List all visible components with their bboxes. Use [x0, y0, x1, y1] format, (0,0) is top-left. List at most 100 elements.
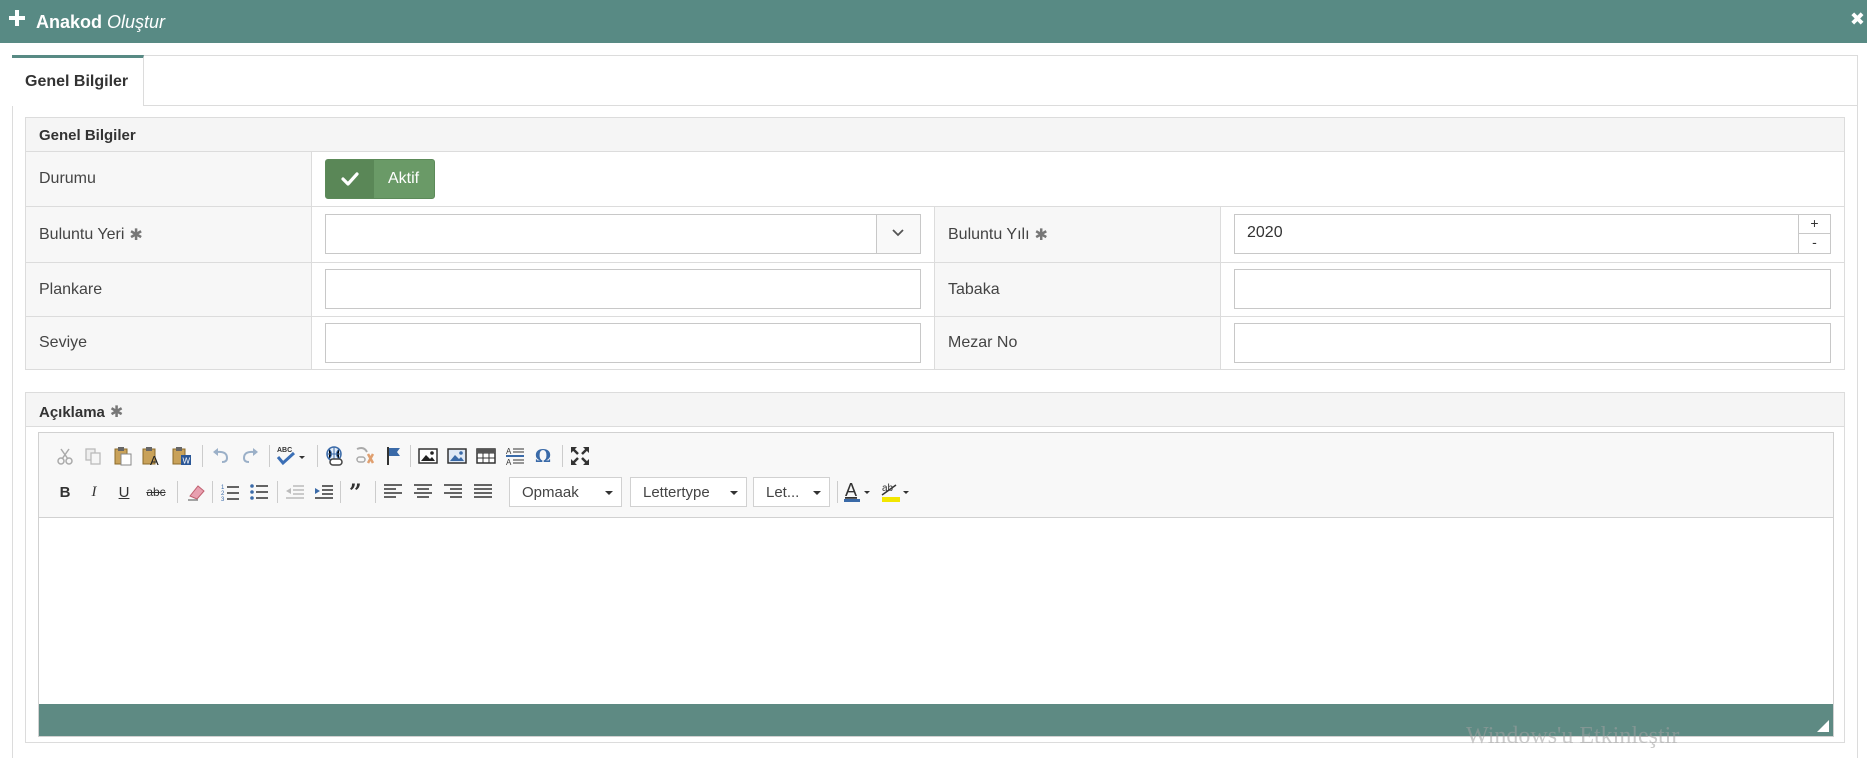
- toolbar-separator: [177, 481, 178, 503]
- toolbar-separator: [410, 445, 411, 467]
- toolbar-separator: [212, 481, 213, 503]
- editor-content-area[interactable]: [39, 518, 1833, 706]
- durumu-cell: Aktif: [311, 152, 1844, 206]
- plus-icon: [8, 9, 26, 27]
- mezar-no-input[interactable]: [1234, 323, 1831, 363]
- image-button-icon[interactable]: [445, 444, 469, 468]
- required-icon: ✱: [129, 226, 143, 244]
- spellcheck-icon[interactable]: ABC: [275, 443, 309, 467]
- indent-icon[interactable]: [312, 480, 336, 504]
- undo-icon[interactable]: [209, 444, 233, 468]
- toolbar-separator: [317, 445, 318, 467]
- maximize-icon[interactable]: [568, 444, 592, 468]
- anchor-flag-icon[interactable]: [382, 444, 406, 468]
- horizontal-line-icon[interactable]: AA: [503, 444, 527, 468]
- special-char-icon[interactable]: Ω: [532, 444, 556, 468]
- svg-text:”: ”: [349, 483, 362, 501]
- toolbar-separator: [562, 445, 563, 467]
- window-title: Anakod Oluştur: [36, 12, 165, 33]
- durumu-label: Durumu: [26, 152, 311, 206]
- copy-icon[interactable]: [81, 444, 105, 468]
- blockquote-icon[interactable]: ”: [346, 480, 370, 504]
- plankare-input[interactable]: [325, 269, 921, 309]
- tabaka-cell: [1220, 263, 1844, 316]
- strikethrough-button[interactable]: abc: [142, 480, 170, 504]
- image-icon[interactable]: [416, 444, 440, 468]
- aciklama-header: Açıklama ✱: [25, 392, 1845, 427]
- bg-color-icon[interactable]: ab: [880, 480, 912, 504]
- redo-icon[interactable]: [238, 444, 262, 468]
- text-color-icon[interactable]: A: [842, 480, 874, 504]
- svg-text:3: 3: [221, 497, 225, 502]
- bold-label: B: [59, 483, 71, 501]
- decrement-button[interactable]: -: [1798, 234, 1830, 253]
- windows-activation-watermark: Windows'u Etkinleştir: [1466, 723, 1680, 749]
- buluntu-yeri-select[interactable]: [325, 214, 921, 254]
- tabaka-input[interactable]: [1234, 269, 1831, 309]
- bold-button[interactable]: B: [53, 480, 77, 504]
- increment-button[interactable]: +: [1798, 215, 1830, 234]
- svg-text:A: A: [506, 458, 512, 466]
- mezar-no-label: Mezar No: [934, 317, 1220, 369]
- chevron-down-icon[interactable]: [876, 215, 920, 253]
- bullet-list-icon[interactable]: [247, 480, 271, 504]
- row-buluntu: Buluntu Yeri ✱ Buluntu Yılı ✱ 2020 + -: [25, 207, 1845, 263]
- row-durumu: Durumu Aktif: [25, 152, 1845, 207]
- buluntu-yili-label-cell: Buluntu Yılı ✱: [934, 207, 1220, 262]
- seviye-input[interactable]: [325, 323, 921, 363]
- numbered-list-icon[interactable]: 123: [218, 480, 242, 504]
- title-italic: Oluştur: [107, 12, 166, 32]
- underline-button[interactable]: U: [112, 480, 136, 504]
- toolbar-separator: [837, 481, 838, 503]
- plankare-cell: [311, 263, 934, 316]
- caret-down-icon: [730, 491, 738, 495]
- window-titlebar: Anakod Oluştur ✖: [0, 0, 1867, 43]
- format-combo[interactable]: Opmaak: [509, 477, 622, 507]
- size-combo[interactable]: Let...: [753, 477, 830, 507]
- toolbar-separator: [277, 481, 278, 503]
- paste-icon[interactable]: [111, 444, 135, 468]
- check-icon: [326, 160, 374, 198]
- outdent-icon[interactable]: [283, 480, 307, 504]
- remove-format-icon[interactable]: [184, 480, 208, 504]
- italic-label: I: [91, 483, 97, 500]
- editor-toolbar: A W ABC A A Ω B I U abc 1 2 3 ” Opmaak L…: [39, 433, 1833, 518]
- required-icon: ✱: [109, 404, 124, 421]
- link-icon[interactable]: [323, 444, 347, 468]
- size-combo-value: Let...: [766, 484, 800, 501]
- font-combo-value: Lettertype: [643, 484, 710, 501]
- svg-text:A: A: [150, 453, 159, 466]
- tab-genel-bilgiler[interactable]: Genel Bilgiler: [12, 55, 144, 106]
- align-right-icon[interactable]: [441, 480, 465, 504]
- spell-text: ABC: [277, 447, 292, 454]
- resize-handle-icon[interactable]: [1817, 720, 1829, 732]
- buluntu-yili-input[interactable]: 2020 + -: [1234, 214, 1831, 254]
- toolbar-separator: [269, 445, 270, 467]
- font-combo[interactable]: Lettertype: [630, 477, 747, 507]
- close-icon[interactable]: ✖: [1850, 10, 1865, 28]
- justify-icon[interactable]: [471, 480, 495, 504]
- tabaka-label: Tabaka: [934, 263, 1220, 316]
- buluntu-yili-value: 2020: [1247, 224, 1283, 241]
- aktif-toggle[interactable]: Aktif: [325, 159, 435, 199]
- underline-label: U: [118, 483, 130, 501]
- table-icon[interactable]: [474, 444, 498, 468]
- svg-text:W: W: [183, 457, 191, 466]
- tabs-divider: [12, 105, 1858, 106]
- paste-text-icon[interactable]: A: [140, 444, 164, 468]
- mezar-no-cell: [1220, 317, 1844, 369]
- unlink-icon[interactable]: [353, 444, 377, 468]
- plankare-label: Plankare: [26, 263, 311, 316]
- buluntu-yili-label: Buluntu Yılı: [948, 225, 1030, 243]
- section-header: Genel Bilgiler: [25, 117, 1845, 152]
- cut-icon[interactable]: [53, 444, 77, 468]
- italic-button[interactable]: I: [82, 480, 106, 504]
- seviye-cell: [311, 317, 934, 369]
- align-center-icon[interactable]: [411, 480, 435, 504]
- caret-down-icon: [813, 491, 821, 495]
- caret-down-icon: [605, 491, 613, 495]
- align-left-icon[interactable]: [381, 480, 405, 504]
- aciklama-label: Açıklama: [39, 404, 105, 421]
- svg-text:A: A: [506, 447, 512, 456]
- paste-word-icon[interactable]: W: [170, 444, 194, 468]
